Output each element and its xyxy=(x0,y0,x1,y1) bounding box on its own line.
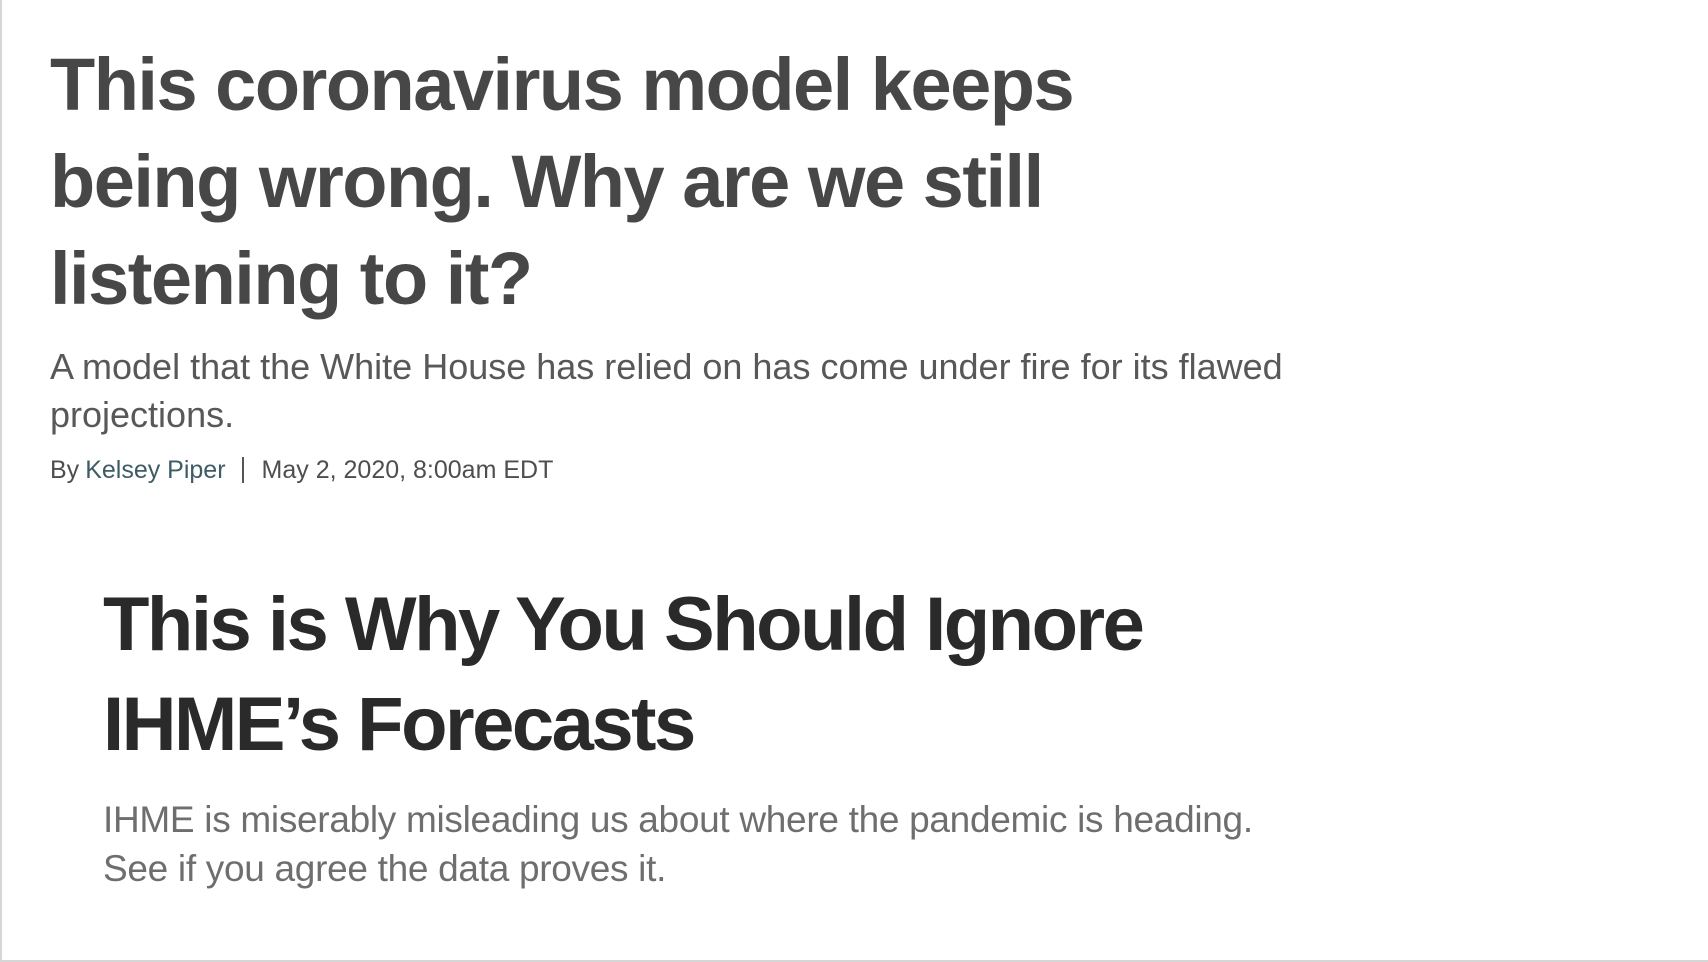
byline-prefix: By xyxy=(50,456,80,484)
article-one: This coronavirus model keeps being wrong… xyxy=(50,36,1370,487)
byline: By Kelsey Piper May 2, 2020, 8:00am EDT xyxy=(50,453,1370,487)
screenshot-frame: This coronavirus model keeps being wrong… xyxy=(0,0,1708,962)
publish-date: May 2, 2020, 8:00am EDT xyxy=(261,456,554,484)
article-one-headline: This coronavirus model keeps being wrong… xyxy=(50,43,1075,320)
article-two-headline: This is Why You Should Ignore IHME’s For… xyxy=(103,582,1145,767)
article-two: This is Why You Should Ignore IHME’s For… xyxy=(103,575,1403,893)
article-two-dek: IHME is miserably misleading us about wh… xyxy=(103,799,1253,889)
article-one-dek: A model that the White House has relied … xyxy=(50,346,1283,435)
author-link[interactable]: Kelsey Piper xyxy=(85,453,225,487)
byline-separator xyxy=(241,457,244,483)
